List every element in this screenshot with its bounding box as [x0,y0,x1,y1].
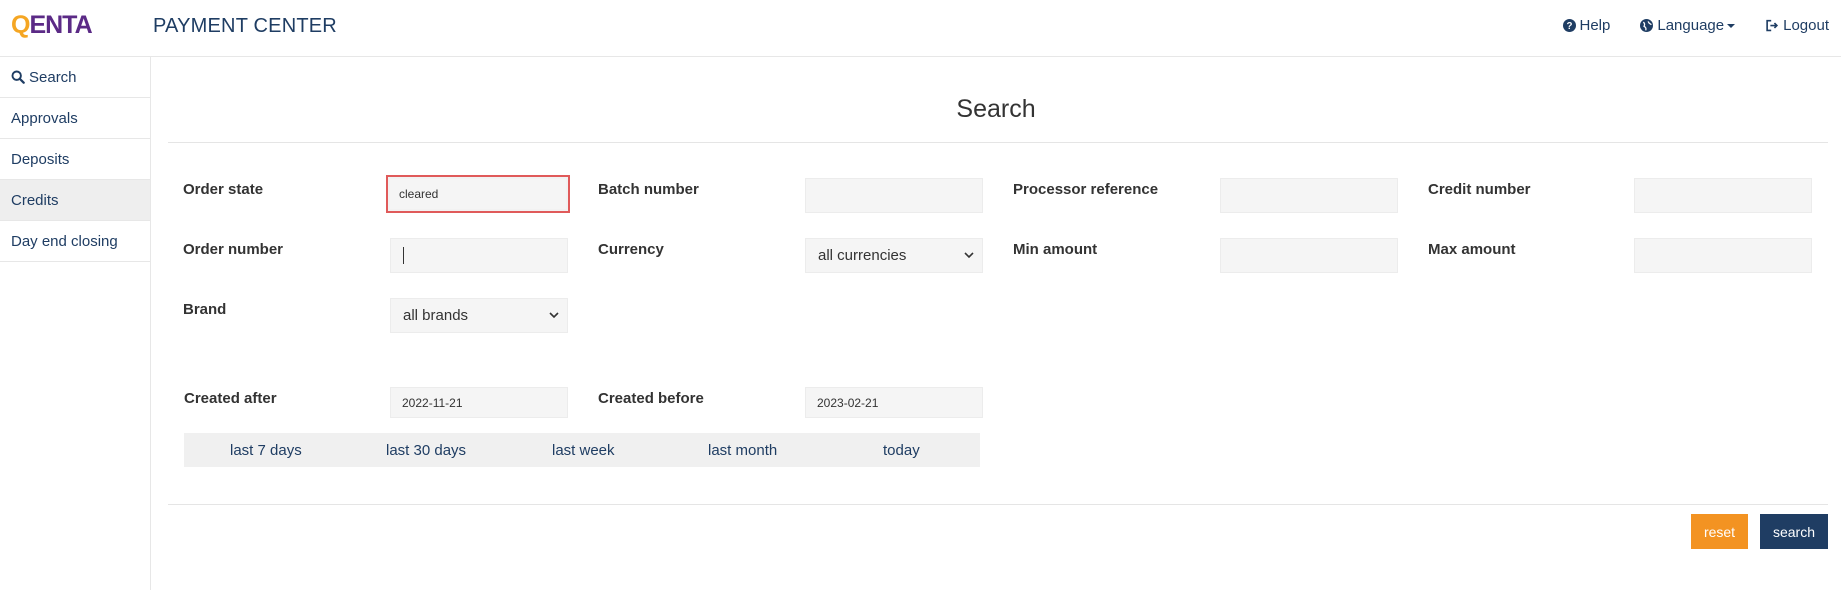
created-before-input[interactable]: 2023-02-21 [805,387,983,418]
brand-select[interactable]: all brands [390,298,568,333]
currency-select[interactable]: all currencies [805,238,983,273]
question-circle-icon: ? [1562,19,1576,32]
svg-text:?: ? [1566,21,1572,32]
sign-out-icon [1766,19,1779,32]
quick-range-bar: last 7 days last 30 days last week last … [184,433,980,467]
last-month-link[interactable]: last month [708,442,777,459]
sidebar-item-label: Search [29,68,77,86]
chevron-down-icon [964,252,974,259]
logout-label: Logout [1783,17,1829,34]
sidebar-item-approvals[interactable]: Approvals [0,98,150,139]
created-before-label: Created before [598,390,704,407]
text-cursor [403,247,404,264]
top-nav: ? Help Language Logout [1533,17,1829,34]
chevron-down-icon [549,312,559,319]
main-content: Search Order state cleared Batch number … [151,57,1841,590]
globe-icon [1640,19,1654,32]
reset-button[interactable]: reset [1691,514,1748,549]
currency-value: all currencies [818,247,907,264]
last-week-link[interactable]: last week [552,442,615,459]
last-30-days-link[interactable]: last 30 days [386,442,466,459]
credit-number-input[interactable] [1634,178,1812,213]
min-amount-label: Min amount [1013,241,1098,258]
brand-label: Brand [183,301,227,318]
caret-down-icon [1727,23,1736,28]
sidebar: Search Approvals Deposits Credits Day en… [0,57,151,590]
help-link[interactable]: ? Help [1562,17,1611,34]
max-amount-input[interactable] [1634,238,1812,273]
min-amount-input[interactable] [1220,238,1398,273]
title-divider [168,142,1828,143]
credit-number-label: Credit number [1428,181,1531,198]
page-title: Search [956,95,1036,123]
actions-divider [168,504,1828,505]
language-label: Language [1657,17,1725,34]
today-link[interactable]: today [883,442,920,459]
qenta-logo[interactable]: QENTA [11,11,93,39]
order-state-value: cleared [399,187,439,201]
currency-label: Currency [598,241,664,258]
sidebar-item-day-end-closing[interactable]: Day end closing [0,221,150,262]
created-after-value: 2022-11-21 [402,395,463,410]
order-number-label: Order number [183,241,284,258]
brand-value: all brands [403,307,469,324]
last-7-days-link[interactable]: last 7 days [230,442,302,459]
created-after-input[interactable]: 2022-11-21 [390,387,568,418]
order-state-label: Order state [183,181,264,198]
sidebar-item-label: Day end closing [11,232,118,250]
sidebar-item-search[interactable]: Search [0,57,150,98]
logout-link[interactable]: Logout [1765,17,1829,34]
language-dropdown[interactable]: Language [1640,17,1736,34]
sidebar-item-deposits[interactable]: Deposits [0,139,150,180]
order-state-field[interactable]: cleared [386,175,570,213]
help-label: Help [1579,17,1611,34]
order-number-input[interactable] [390,238,568,273]
max-amount-label: Max amount [1428,241,1516,258]
created-after-label: Created after [184,390,277,407]
created-before-value: 2023-02-21 [817,395,879,410]
top-header: QENTA PAYMENT CENTER ? Help Language Log… [0,0,1841,57]
app-title: PAYMENT CENTER [153,15,337,37]
logo-q: Q [11,11,30,39]
logo-text: ENTA [29,11,92,39]
search-button[interactable]: search [1760,514,1828,549]
processor-reference-label: Processor reference [1013,181,1159,198]
batch-number-input[interactable] [805,178,983,213]
search-icon [11,70,25,84]
sidebar-item-label: Approvals [11,109,78,127]
sidebar-item-credits[interactable]: Credits [0,180,150,221]
processor-reference-input[interactable] [1220,178,1398,213]
sidebar-item-label: Deposits [11,150,70,168]
batch-number-label: Batch number [598,181,699,198]
sidebar-item-label: Credits [11,191,59,209]
